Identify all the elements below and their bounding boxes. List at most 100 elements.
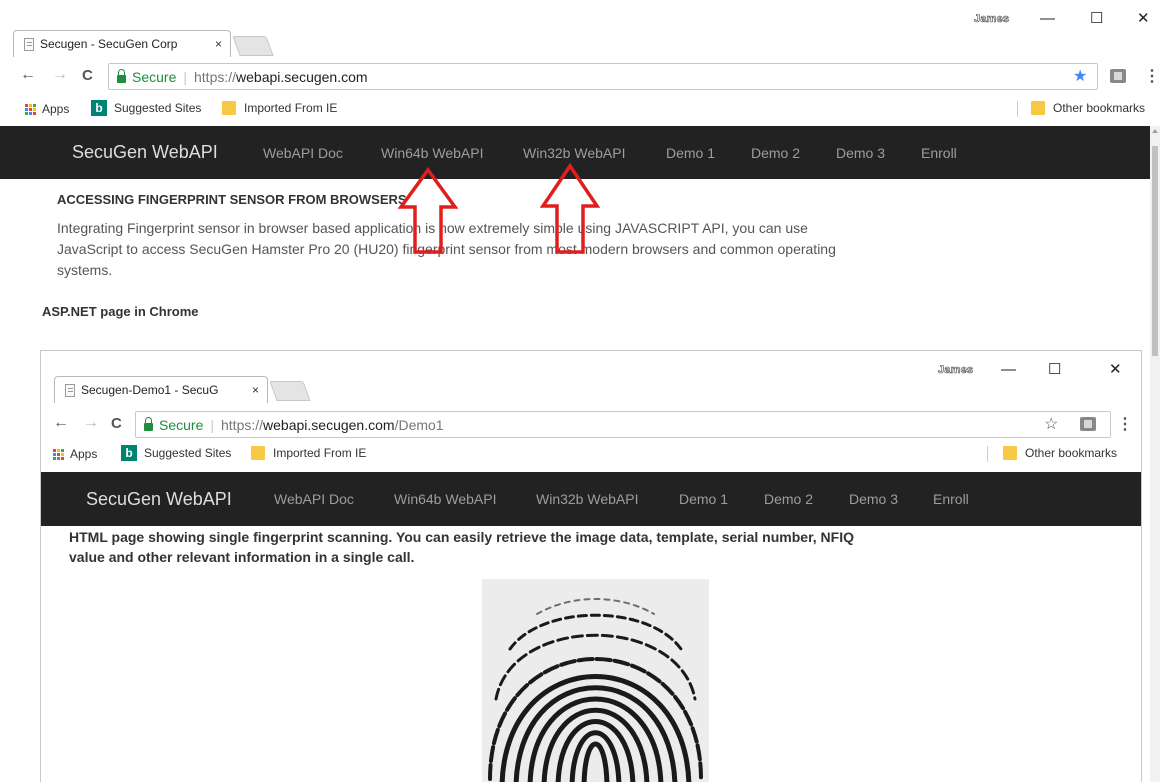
- scroll-up-arrow-icon[interactable]: [1152, 129, 1158, 133]
- nav-demo-3[interactable]: Demo 3: [836, 145, 885, 161]
- outer-tab-title: Secugen - SecuGen Corp: [40, 37, 178, 51]
- embedded-screenshot: Secugen-Demo1 - SecuG × James — ☐ ✕ ← → …: [40, 350, 1142, 782]
- url-scheme: https://: [221, 416, 264, 433]
- suggested-sites-label: Suggested Sites: [114, 101, 202, 115]
- inner-description-line-2: value and other relevant information in …: [69, 549, 415, 565]
- page-favicon-icon: [24, 37, 34, 51]
- inner-nav-win32b-webapi: Win32b WebAPI: [536, 491, 639, 507]
- inner-description: HTML page showing single fingerprint sca…: [69, 527, 949, 567]
- other-bookmarks-label: Other bookmarks: [1025, 446, 1118, 460]
- inner-address-bar: Secure | https://webapi.secugen.com/Demo…: [135, 411, 1111, 438]
- bing-icon: b: [91, 100, 107, 116]
- address-separator: |: [210, 416, 214, 433]
- new-tab-button[interactable]: [232, 36, 274, 56]
- inner-nav-webapi-doc: WebAPI Doc: [274, 491, 354, 507]
- inner-imported-from-ie-bookmark: Imported From IE: [251, 446, 366, 460]
- nav-win32b-webapi[interactable]: Win32b WebAPI: [523, 145, 625, 161]
- inner-forward-icon: →: [83, 414, 99, 431]
- inner-back-icon: ←: [53, 414, 69, 431]
- bookmarks-divider: [987, 446, 988, 462]
- page-scrollbar[interactable]: [1150, 126, 1160, 782]
- folder-icon: [251, 446, 265, 460]
- extension-icon: [1080, 417, 1096, 431]
- nav-win64b-webapi[interactable]: Win64b WebAPI: [381, 145, 483, 161]
- fingerprint-image: [482, 579, 709, 782]
- imported-from-ie-label: Imported From IE: [273, 446, 367, 460]
- outer-tab[interactable]: Secugen - SecuGen Corp ×: [13, 30, 231, 57]
- subheading: ASP.NET page in Chrome: [42, 304, 199, 319]
- url-host: webapi.secugen.com: [236, 68, 368, 85]
- outer-title-bar: Secugen - SecuGen Corp × James — ☐ ✕: [0, 0, 1160, 60]
- chrome-menu-icon: ⋮: [1117, 416, 1133, 433]
- inner-tab: Secugen-Demo1 - SecuG ×: [54, 376, 268, 403]
- reload-button[interactable]: C: [82, 67, 93, 84]
- suggested-sites-bookmark[interactable]: b Suggested Sites: [91, 100, 201, 116]
- tab-close-icon[interactable]: ×: [215, 37, 222, 51]
- intro-line-1: Integrating Fingerprint sensor in browse…: [57, 220, 808, 236]
- bing-icon: b: [121, 445, 137, 461]
- inner-nav-demo-3: Demo 3: [849, 491, 899, 507]
- inner-user-name: James: [938, 364, 974, 377]
- apps-grid-icon: [53, 448, 64, 460]
- bookmarks-divider: [1017, 101, 1018, 117]
- site-navbar: SecuGen WebAPI WebAPI Doc Win64b WebAPI …: [0, 126, 1150, 179]
- inner-site-navbar: SecuGen WebAPI WebAPI Doc Win64b WebAPI …: [41, 472, 1141, 526]
- imported-from-ie-label: Imported From IE: [244, 101, 338, 115]
- new-tab-button: [269, 381, 311, 401]
- url-scheme: https://: [194, 68, 237, 85]
- inner-tab-title: Secugen-Demo1 - SecuG: [81, 383, 219, 397]
- nav-demo-2[interactable]: Demo 2: [751, 145, 800, 161]
- page-heading: ACCESSING FINGERPRINT SENSOR FROM BROWSE…: [57, 192, 407, 207]
- forward-button[interactable]: →: [52, 66, 68, 84]
- inner-nav-demo-2: Demo 2: [764, 491, 814, 507]
- other-bookmarks-label: Other bookmarks: [1053, 101, 1146, 115]
- apps-grid-icon: [25, 103, 36, 115]
- bookmark-star-icon: ☆: [1044, 416, 1059, 433]
- maximize-button[interactable]: ☐: [1090, 9, 1103, 27]
- folder-icon: [1031, 101, 1045, 115]
- other-bookmarks[interactable]: Other bookmarks: [1031, 101, 1145, 115]
- bookmark-star-icon[interactable]: ★: [1073, 66, 1087, 86]
- intro-line-3: systems.: [57, 262, 113, 278]
- nav-demo-1[interactable]: Demo 1: [666, 145, 715, 161]
- folder-icon: [222, 101, 236, 115]
- apps-label: Apps: [70, 447, 98, 461]
- secure-label: Secure: [132, 68, 177, 85]
- url-path: /Demo1: [394, 416, 444, 433]
- address-separator: |: [183, 68, 187, 85]
- nav-webapi-doc[interactable]: WebAPI Doc: [263, 145, 343, 161]
- lock-icon: [144, 416, 153, 431]
- inner-navbar-brand: SecuGen WebAPI: [86, 488, 232, 509]
- page-favicon-icon: [65, 383, 75, 397]
- secure-label: Secure: [159, 416, 204, 433]
- inner-close-icon: ✕: [1109, 361, 1122, 378]
- apps-label: Apps: [42, 102, 70, 116]
- inner-nav-enroll: Enroll: [933, 491, 969, 507]
- imported-from-ie-bookmark[interactable]: Imported From IE: [222, 101, 337, 115]
- address-bar[interactable]: Secure | https://webapi.secugen.com: [108, 63, 1098, 90]
- suggested-sites-label: Suggested Sites: [144, 446, 232, 460]
- user-profile-name[interactable]: James: [970, 12, 1013, 26]
- inner-maximize-icon: ☐: [1048, 361, 1062, 378]
- navbar-brand[interactable]: SecuGen WebAPI: [72, 142, 218, 163]
- inner-nav-win64b-webapi: Win64b WebAPI: [394, 491, 497, 507]
- nav-enroll[interactable]: Enroll: [921, 145, 957, 161]
- folder-icon: [1003, 446, 1017, 460]
- close-window-button[interactable]: ✕: [1137, 9, 1150, 27]
- lock-icon: [117, 68, 126, 83]
- chrome-menu-icon[interactable]: ⋮: [1144, 66, 1160, 86]
- inner-apps-bookmark: Apps: [53, 447, 97, 461]
- inner-reload-icon: C: [111, 415, 122, 432]
- url-host: webapi.secugen.com: [263, 416, 395, 433]
- inner-suggested-sites-bookmark: b Suggested Sites: [121, 445, 231, 461]
- apps-bookmark[interactable]: Apps: [25, 102, 69, 116]
- intro-line-2: JavaScript to access SecuGen Hamster Pro…: [57, 241, 836, 257]
- inner-minimize-icon: —: [1001, 361, 1016, 378]
- intro-paragraph: Integrating Fingerprint sensor in browse…: [57, 218, 937, 281]
- extension-icon[interactable]: [1110, 69, 1126, 83]
- scroll-thumb[interactable]: [1152, 146, 1158, 356]
- back-button[interactable]: ←: [20, 66, 36, 84]
- minimize-button[interactable]: —: [1040, 10, 1055, 27]
- tab-close-icon: ×: [251, 383, 259, 397]
- inner-nav-demo-1: Demo 1: [679, 491, 729, 507]
